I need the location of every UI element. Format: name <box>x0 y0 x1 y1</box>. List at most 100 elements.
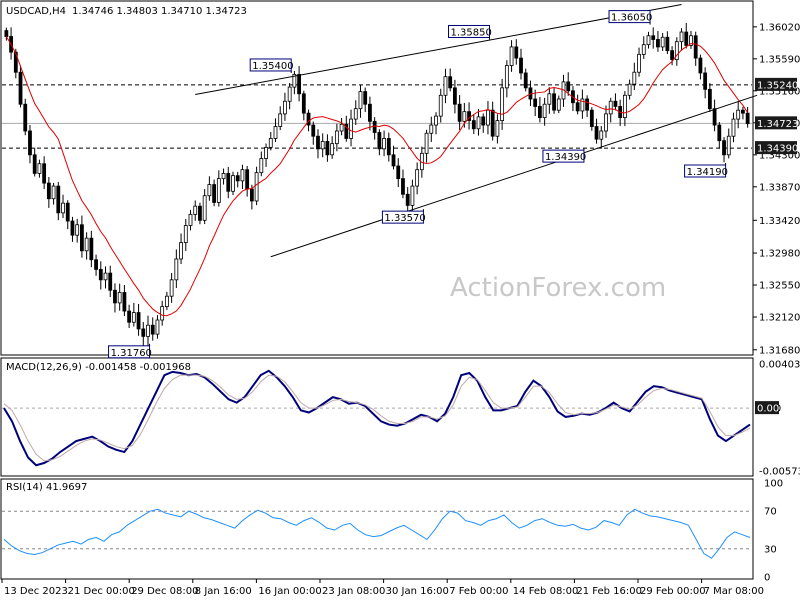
candle-body <box>594 126 599 140</box>
candle-body <box>207 184 212 197</box>
candle-body <box>311 124 316 137</box>
date-tick-label: 21 Feb 16:00 <box>576 586 642 597</box>
candle-body <box>268 138 273 148</box>
candle-body <box>486 109 490 126</box>
candle-body <box>306 112 311 126</box>
candle-body <box>349 118 353 139</box>
candle-body <box>146 324 150 337</box>
candle-body <box>353 108 358 120</box>
symbol-label: USDCAD,H4 1.34746 1.34803 1.34710 1.34723 <box>6 6 247 17</box>
candle-body <box>245 169 250 190</box>
price-tick-label: 1.32980 <box>759 249 800 260</box>
candle-body <box>316 135 320 150</box>
candle-body <box>537 106 542 119</box>
symbol-text: USDCAD,H4 <box>6 6 66 17</box>
candle-body <box>221 173 226 180</box>
rsi-tick-label: 70 <box>764 507 777 518</box>
candle-body <box>113 289 117 304</box>
candle-body <box>726 135 731 156</box>
candle-body <box>693 35 698 59</box>
candle-body <box>679 31 684 43</box>
date-tick-label: 16 Jan 00:00 <box>258 586 321 597</box>
candle-body <box>434 115 438 126</box>
candle-body <box>377 132 382 150</box>
candle-body <box>198 205 202 221</box>
chart-canvas: ActionForex.com 1.35400 1.35850 1.36050 1.3… <box>0 0 800 600</box>
candle-body <box>28 130 32 156</box>
candle-body <box>42 163 47 184</box>
candle-body <box>410 185 415 206</box>
date-tick-label: 29 Feb 00:00 <box>640 586 706 597</box>
candle-body <box>712 108 717 126</box>
candle-body <box>278 113 283 127</box>
price-tick-label: 1.35590 <box>759 54 800 65</box>
candle-body <box>703 72 708 90</box>
date-tick-label: 7 Feb 00:00 <box>449 586 508 597</box>
candle-body <box>547 93 552 105</box>
macd-tick-label: 0.004038 <box>759 359 800 370</box>
ohlc-text: 1.34746 1.34803 1.34710 1.34723 <box>72 6 247 17</box>
candle-body <box>556 98 561 111</box>
candle-body <box>150 324 155 335</box>
candle-body <box>599 130 604 140</box>
candle-body <box>448 76 453 89</box>
candle-body <box>386 138 391 156</box>
candle-body <box>684 31 689 46</box>
candle-body <box>297 74 301 95</box>
candle-body <box>741 109 745 114</box>
candle-body <box>89 237 94 261</box>
candle-body <box>424 132 429 154</box>
price-badge-text: 1.35240 <box>757 80 798 91</box>
date-tick-label: 14 Feb 08:00 <box>513 586 579 597</box>
candle-body <box>363 91 368 105</box>
candle-body <box>231 175 235 192</box>
candle-body <box>301 93 306 114</box>
candle-body <box>429 124 434 134</box>
candle-body <box>481 116 486 126</box>
swing-label-text: 1.33570 <box>384 213 425 224</box>
candle-body <box>216 178 221 203</box>
candle-body <box>70 220 75 236</box>
candle-body <box>131 312 136 323</box>
candle-body <box>552 93 556 111</box>
date-tick-label: 23 Jan 08:00 <box>322 586 385 597</box>
candle-body <box>4 30 9 37</box>
price-tick-label: 1.32120 <box>759 313 800 324</box>
candle-body <box>264 146 268 159</box>
candle-body <box>259 158 264 174</box>
candle-body <box>249 188 254 202</box>
candle-body <box>514 46 519 59</box>
candle-body <box>320 141 325 150</box>
candle-body <box>155 319 160 335</box>
candle-body <box>202 195 207 221</box>
candle-body <box>188 213 193 226</box>
candle-body <box>651 35 656 40</box>
swing-label-text: 1.36050 <box>611 13 652 24</box>
candle-body <box>589 109 594 127</box>
candle-body <box>339 123 344 132</box>
candle-body <box>235 175 240 182</box>
rsi-tick-label: 100 <box>764 479 783 490</box>
candle-body <box>18 71 23 105</box>
candle-body <box>273 126 278 139</box>
candle-body <box>457 103 462 122</box>
candle-body <box>46 182 51 200</box>
candle-body <box>575 102 580 112</box>
date-tick-label: 13 Dec 2023 <box>4 586 68 597</box>
candle-body <box>495 120 500 137</box>
candle-body <box>415 169 420 187</box>
candle-body <box>453 87 457 105</box>
price-tick-label: 1.33420 <box>759 216 800 227</box>
candle-body <box>641 44 646 55</box>
price-tick-label: 1.33870 <box>759 182 800 193</box>
candle-body <box>519 57 523 74</box>
candle-body <box>103 272 108 281</box>
candle-body <box>504 65 509 89</box>
candle-body <box>660 36 665 48</box>
candle-body <box>32 154 37 174</box>
candle-body <box>632 71 637 85</box>
candle-body <box>665 36 670 52</box>
swing-label-text: 1.35850 <box>451 27 492 38</box>
candle-body <box>438 94 443 117</box>
candle-body <box>613 100 618 107</box>
